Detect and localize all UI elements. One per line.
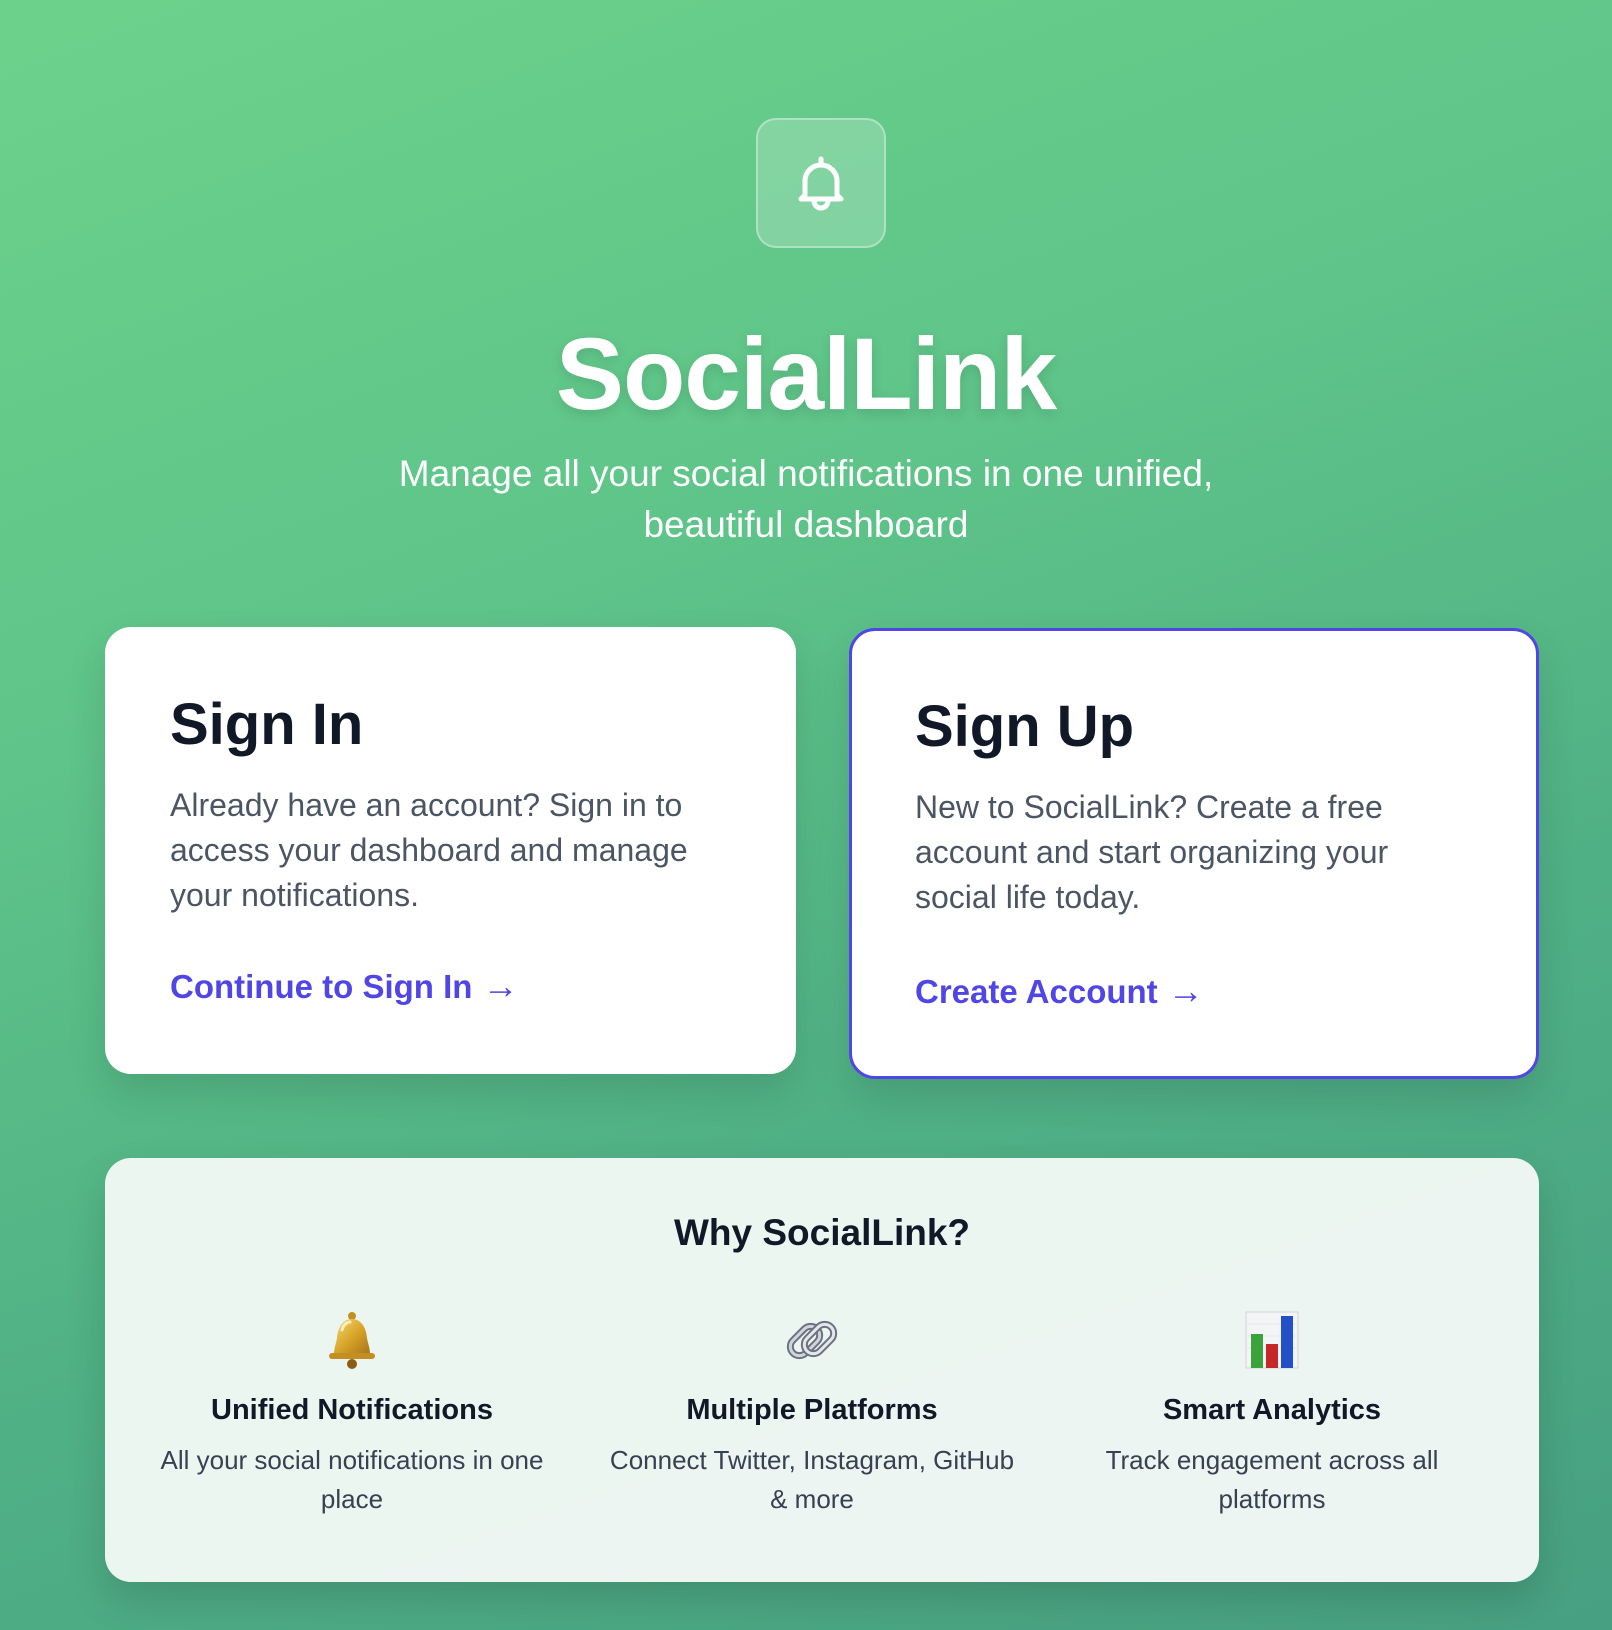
feature-title: Smart Analytics — [1162, 1394, 1382, 1426]
arrow-right-icon: → — [1167, 970, 1204, 1011]
bar-chart-icon — [1245, 1311, 1299, 1369]
feature-smart-analytics: Smart Analytics Track engagement across … — [1042, 1308, 1502, 1519]
sign-in-description: Already have an account? Sign in to acce… — [170, 786, 688, 913]
create-account-label: Create Account — [915, 973, 1158, 1010]
app-title: SocialLink — [555, 317, 1057, 431]
feature-title: Multiple Platforms — [686, 1394, 938, 1426]
continue-sign-in-link[interactable]: Continue to Sign In → — [170, 965, 518, 1007]
arrow-right-icon: → — [482, 965, 519, 1006]
create-account-link[interactable]: Create Account → — [915, 970, 1204, 1012]
sign-in-card[interactable]: Sign In Already have an account? Sign in… — [105, 627, 796, 1074]
feature-multiple-platforms: Multiple Platforms Connect Twitter, Inst… — [582, 1308, 1042, 1519]
sign-up-description: New to SocialLink? Create a free account… — [915, 788, 1389, 915]
feature-title: Unified Notifications — [211, 1394, 493, 1426]
sign-in-title: Sign In — [170, 692, 364, 757]
logo-badge — [756, 118, 886, 248]
sign-up-title: Sign Up — [915, 694, 1135, 759]
app-subtitle: Manage all your social notifications in … — [398, 453, 1214, 545]
feature-description: Track engagement across all platforms — [1105, 1445, 1439, 1514]
feature-unified-notifications: Unified Notifications All your social no… — [122, 1308, 582, 1519]
features-panel: Why SocialLink? Unified Notifications Al… — [105, 1158, 1539, 1582]
continue-sign-in-label: Continue to Sign In — [170, 968, 473, 1005]
features-title: Why SocialLink? — [673, 1212, 971, 1253]
feature-description: All your social notifications in one pla… — [160, 1445, 544, 1514]
golden-bell-icon — [329, 1312, 375, 1369]
feature-description: Connect Twitter, Instagram, GitHub & mor… — [609, 1445, 1015, 1514]
sign-up-card[interactable]: Sign Up New to SocialLink? Create a free… — [849, 628, 1539, 1079]
link-icon — [786, 1320, 838, 1360]
bell-icon — [798, 156, 844, 211]
